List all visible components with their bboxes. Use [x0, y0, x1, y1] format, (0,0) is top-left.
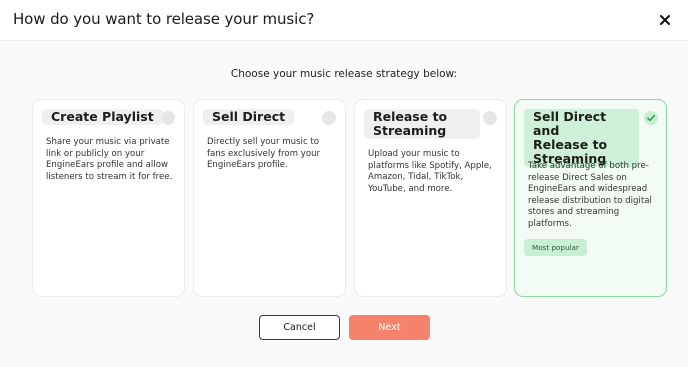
- option-title-line: Release to: [373, 109, 448, 124]
- option-sell-direct[interactable]: Sell Direct Directly sell your music to …: [193, 99, 346, 297]
- option-title-line: Sell Direct: [212, 109, 286, 124]
- next-button[interactable]: Next: [349, 315, 430, 340]
- option-title: Release to Streaming: [364, 109, 480, 139]
- most-popular-badge: Most popular: [524, 239, 587, 256]
- radio-button[interactable]: [322, 111, 336, 125]
- check-icon: [647, 114, 656, 122]
- option-title-line: Streaming: [373, 123, 447, 138]
- option-title-line: Release to: [533, 137, 608, 152]
- dialog-subtitle: Choose your music release strategy below…: [230, 68, 458, 80]
- radio-button-selected[interactable]: [644, 111, 658, 125]
- option-title-line: Sell Direct and: [533, 109, 607, 138]
- option-release-to-streaming[interactable]: Release to Streaming Upload your music t…: [354, 99, 507, 297]
- option-description: Upload your music to platforms like Spot…: [368, 149, 492, 194]
- option-create-playlist[interactable]: Create Playlist Share your music via pri…: [32, 99, 185, 297]
- cancel-button[interactable]: Cancel: [259, 315, 340, 340]
- option-description: Share your music via private link or pub…: [46, 137, 173, 182]
- dialog-title: How do you want to release your music?: [13, 10, 315, 28]
- radio-button[interactable]: [161, 111, 175, 125]
- option-title: Sell Direct and Release to Streaming: [524, 109, 639, 167]
- option-description: Directly sell your music to fans exclusi…: [207, 137, 321, 171]
- option-title: Sell Direct: [203, 109, 295, 125]
- option-title: Create Playlist: [42, 109, 163, 125]
- option-description: Take advantage of both pre-release Direc…: [528, 161, 652, 229]
- dialog-header: How do you want to release your music?: [0, 0, 688, 41]
- radio-button[interactable]: [483, 111, 497, 125]
- option-sell-direct-and-streaming[interactable]: Sell Direct and Release to Streaming Tak…: [514, 99, 667, 297]
- release-dialog: How do you want to release your music? C…: [0, 0, 688, 367]
- close-icon[interactable]: [657, 12, 673, 28]
- option-title-line: Create Playlist: [51, 109, 154, 124]
